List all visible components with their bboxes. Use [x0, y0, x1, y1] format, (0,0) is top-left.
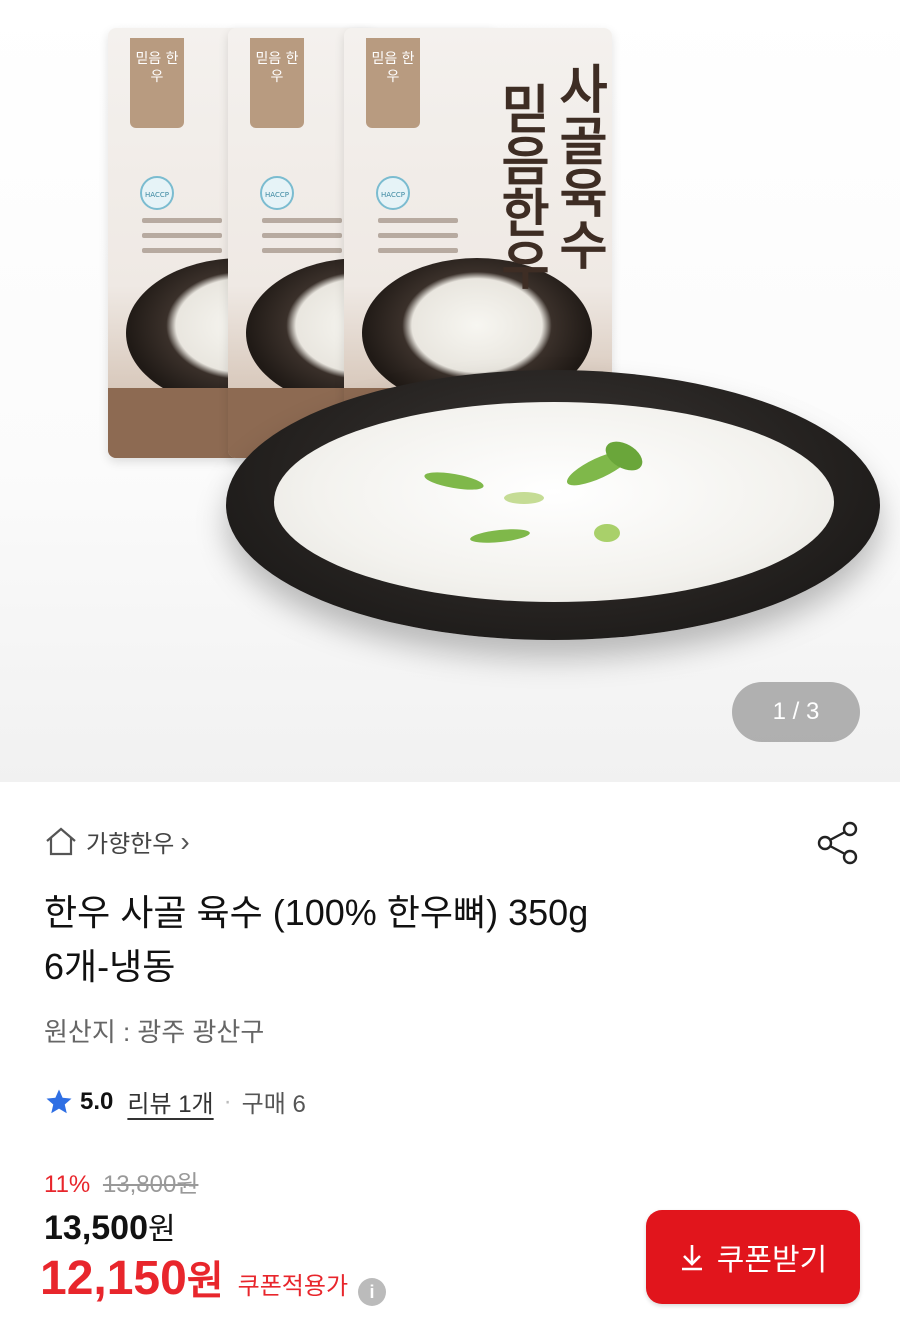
package-title: 믿음한우 — [490, 82, 551, 290]
package-title: 사골육수 — [548, 62, 609, 270]
separator: · — [223, 1087, 232, 1115]
product-title: 한우 사골 육수 (100% 한우뼈) 350g 6개-냉동 — [44, 886, 824, 994]
haccp-badge: HACCP — [140, 176, 174, 210]
package-brand-label: 믿음 한우 — [250, 38, 304, 128]
original-price: 13,800원 — [102, 1171, 199, 1198]
sale-price-value: 13,500 — [44, 1209, 148, 1247]
star-icon — [46, 1089, 72, 1113]
coupon-price: 12,150 원 쿠폰적용가 i — [40, 1248, 387, 1306]
package-brand-label: 믿음 한우 — [130, 38, 184, 128]
product-title-line: 6개-냉동 — [44, 946, 176, 987]
store-link[interactable]: 가향한우 › — [44, 824, 190, 859]
sale-price: 13,500원 — [44, 1204, 176, 1248]
product-image-gallery[interactable]: 믿음 한우 HACCP 믿음 한우 HACCP 믿음 한우 HACCP 사골육수… — [0, 0, 900, 782]
download-icon — [681, 1245, 702, 1271]
soup-image — [274, 402, 834, 602]
discount-row: 11% 13,800원 — [44, 1164, 198, 1199]
review-count-link[interactable]: 리뷰 1개 — [127, 1084, 213, 1119]
sale-price-unit: 원 — [148, 1213, 176, 1246]
store-name: 가향한우 — [86, 831, 175, 858]
share-icon[interactable] — [816, 820, 862, 866]
chevron-right-icon: › — [180, 825, 190, 857]
product-title-line: 한우 사골 육수 (100% 한우뼈) 350g — [44, 892, 589, 933]
coupon-price-value: 12,150 — [40, 1252, 187, 1305]
haccp-badge: HACCP — [260, 176, 294, 210]
get-coupon-label: 쿠폰받기 — [716, 1244, 828, 1277]
home-icon — [46, 827, 76, 855]
coupon-price-unit: 원 — [186, 1259, 224, 1303]
rating-summary: 5.0 리뷰 1개 · 구매 6 — [44, 1084, 306, 1119]
discount-percent: 11% — [44, 1171, 91, 1198]
image-counter: 1 / 3 — [732, 682, 860, 742]
package-brand-label: 믿음 한우 — [366, 38, 420, 128]
get-coupon-button[interactable]: 쿠폰받기 — [646, 1210, 860, 1304]
origin-info: 원산지 : 광주 광산구 — [44, 1017, 265, 1047]
coupon-price-label: 쿠폰적용가 — [237, 1273, 349, 1300]
info-icon[interactable]: i — [358, 1278, 387, 1306]
purchase-count: 구매 6 — [241, 1091, 306, 1118]
haccp-badge: HACCP — [376, 176, 410, 210]
rating-score: 5.0 — [80, 1087, 114, 1115]
